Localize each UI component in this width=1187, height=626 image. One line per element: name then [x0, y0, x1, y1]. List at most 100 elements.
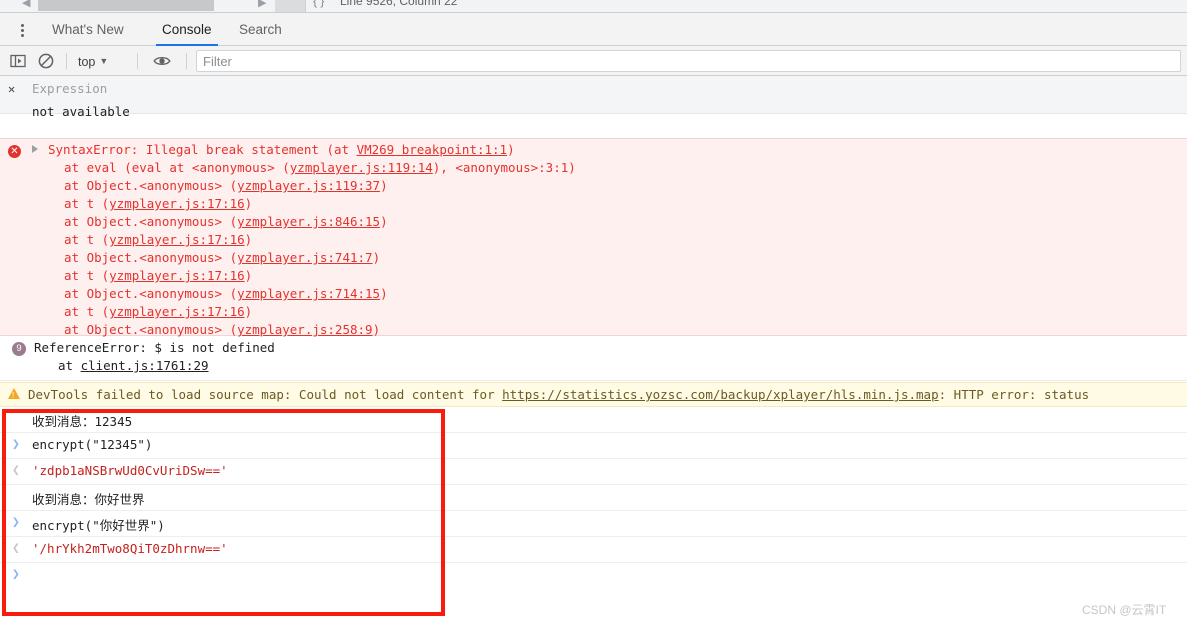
- warning-text-prefix: DevTools failed to load source map: Coul…: [28, 387, 503, 402]
- console-output-text: '/hrYkh2mTwo8QiT0zDhrnw==': [32, 541, 228, 556]
- syntax-error-row[interactable]: ✕ SyntaxError: Illegal break statement (…: [0, 138, 1187, 337]
- console-prompt-arrow-icon: ❯: [12, 567, 20, 582]
- stack-line-source-link[interactable]: yzmplayer.js:119:14: [290, 160, 433, 175]
- source-map-warning-row[interactable]: DevTools failed to load source map: Coul…: [0, 382, 1187, 407]
- stack-line-suffix: ): [244, 232, 253, 247]
- stack-line-prefix: at t (: [64, 304, 110, 319]
- console-output-row: ❮ '/hrYkh2mTwo8QiT0zDhrnw==': [0, 537, 1187, 563]
- stack-line-prefix: at Object.<anonymous> (: [64, 214, 238, 229]
- stack-trace-line: at eval (eval at <anonymous> (yzmplayer.…: [64, 160, 576, 175]
- tab-whats-new[interactable]: What's New: [40, 13, 136, 46]
- stack-trace-line: at Object.<anonymous> (yzmplayer.js:846:…: [64, 214, 388, 229]
- expand-triangle-icon[interactable]: [32, 145, 38, 153]
- stack-line-source-link[interactable]: yzmplayer.js:17:16: [109, 268, 244, 283]
- stack-line-suffix: ): [244, 196, 253, 211]
- reference-error-row[interactable]: 9 ReferenceError: $ is not defined at cl…: [0, 337, 1187, 381]
- console-input-arrow-icon: ❯: [12, 437, 20, 452]
- reference-error-stack-prefix: at: [58, 358, 81, 373]
- more-vertical-icon[interactable]: [14, 21, 30, 39]
- tab-search[interactable]: Search: [227, 13, 294, 46]
- stack-line-suffix: ): [380, 178, 388, 193]
- syntax-error-title: SyntaxError: Illegal break statement (at…: [48, 142, 515, 157]
- warning-text-suffix: : HTTP error: status: [938, 387, 1090, 402]
- console-message-row: 收到消息：你好世界: [0, 485, 1187, 511]
- scroll-left-arrow-icon[interactable]: ◀: [22, 0, 30, 9]
- line-column-indicator: Line 9526, Column 22: [340, 0, 458, 8]
- filter-input[interactable]: [196, 50, 1181, 72]
- stack-line-suffix: ): [380, 286, 388, 301]
- tab-console[interactable]: Console: [150, 13, 224, 46]
- expression-watch-row: ✕ Expression not available: [0, 76, 1187, 119]
- source-map-warning-text: DevTools failed to load source map: Coul…: [28, 387, 1089, 402]
- eye-icon[interactable]: [152, 51, 172, 71]
- stack-trace-line: at t (yzmplayer.js:17:16): [64, 304, 252, 319]
- stack-trace-line: at t (yzmplayer.js:17:16): [64, 268, 252, 283]
- stack-line-prefix: at t (: [64, 232, 110, 247]
- console-output-arrow-icon: ❮: [12, 541, 20, 556]
- stack-line-source-link[interactable]: yzmplayer.js:741:7: [237, 250, 372, 265]
- toolbar-separator: [66, 53, 67, 69]
- occurrence-count-badge: 9: [12, 342, 26, 356]
- reference-error-stack: at client.js:1761:29: [58, 358, 209, 373]
- stack-trace-line: at Object.<anonymous> (yzmplayer.js:119:…: [64, 178, 388, 193]
- chevron-down-icon: ▼: [99, 56, 109, 66]
- warning-triangle-icon: [8, 388, 20, 400]
- error-circle-icon: ✕: [8, 145, 21, 158]
- console-log-body: ✕ Expression not available ✕ SyntaxError…: [0, 76, 1187, 626]
- panel-divider: [305, 0, 306, 12]
- watermark: CSDN @云霄IT: [1082, 603, 1167, 617]
- console-message-text: 收到消息：12345: [32, 414, 133, 429]
- stack-line-source-link[interactable]: yzmplayer.js:846:15: [237, 214, 380, 229]
- syntax-error-title-prefix: SyntaxError: Illegal break statement (at: [48, 142, 357, 157]
- stack-line-source-link[interactable]: yzmplayer.js:258:9: [237, 322, 372, 337]
- stack-line-suffix: ), <anonymous>:3:1): [432, 160, 576, 175]
- execution-context-label: top: [78, 55, 96, 69]
- console-input-row[interactable]: ❯ encrypt("12345"): [0, 433, 1187, 459]
- stack-line-source-link[interactable]: yzmplayer.js:119:37: [237, 178, 380, 193]
- stack-line-suffix: ): [380, 214, 388, 229]
- stack-line-source-link[interactable]: yzmplayer.js:17:16: [109, 232, 244, 247]
- stack-line-suffix: ): [372, 250, 381, 265]
- console-input-arrow-icon: ❯: [12, 515, 20, 530]
- console-input-row[interactable]: ❯ encrypt("你好世界"): [0, 511, 1187, 537]
- horizontal-scrollbar-thumb[interactable]: [38, 0, 214, 11]
- scrollbar-track-gap: [275, 0, 305, 12]
- console-input-text: encrypt("12345"): [32, 437, 153, 452]
- devtools-console-screenshot: ◀ ▶ { } Line 9526, Column 22 What's New …: [0, 0, 1187, 626]
- stack-line-suffix: ): [372, 322, 381, 337]
- expression-label: Expression: [32, 81, 108, 96]
- console-message-row: 收到消息：12345: [0, 407, 1187, 433]
- stack-line-suffix: ): [244, 304, 253, 319]
- stack-line-source-link[interactable]: yzmplayer.js:17:16: [109, 196, 244, 211]
- sidebar-toggle-icon[interactable]: [8, 51, 28, 71]
- stack-trace-line: at t (yzmplayer.js:17:16): [64, 232, 252, 247]
- expression-value: not available: [32, 104, 130, 119]
- stack-line-suffix: ): [244, 268, 253, 283]
- stack-line-source-link[interactable]: yzmplayer.js:17:16: [109, 304, 244, 319]
- cut-off-top-strip: ◀ ▶ { } Line 9526, Column 22: [0, 0, 1187, 13]
- stack-trace-line: at Object.<anonymous> (yzmplayer.js:741:…: [64, 250, 380, 265]
- stack-line-source-link[interactable]: yzmplayer.js:714:15: [237, 286, 380, 301]
- stack-trace-line: at Object.<anonymous> (yzmplayer.js:714:…: [64, 286, 388, 301]
- stack-line-prefix: at t (: [64, 268, 110, 283]
- stack-line-prefix: at eval (eval at <anonymous> (: [64, 160, 290, 175]
- console-output-arrow-icon: ❮: [12, 463, 20, 478]
- stack-trace-line: at Object.<anonymous> (yzmplayer.js:258:…: [64, 322, 380, 337]
- console-output-text: 'zdpb1aNSBrwUd0CvUriDSw==': [32, 463, 228, 478]
- stack-line-prefix: at Object.<anonymous> (: [64, 286, 238, 301]
- console-output-row: ❮ 'zdpb1aNSBrwUd0CvUriDSw==': [0, 459, 1187, 485]
- execution-context-selector[interactable]: top ▼: [78, 51, 108, 71]
- reference-error-title: ReferenceError: $ is not defined: [34, 340, 275, 355]
- console-prompt-row[interactable]: ❯: [0, 563, 1187, 589]
- syntax-error-source-link[interactable]: VM269 breakpoint:1:1: [357, 142, 508, 157]
- scroll-right-arrow-icon[interactable]: ▶: [258, 0, 266, 9]
- toolbar-separator: [137, 53, 138, 69]
- console-message-text: 收到消息：你好世界: [32, 492, 145, 507]
- clear-console-icon[interactable]: [36, 51, 56, 71]
- curly-braces-icon[interactable]: { }: [313, 0, 324, 8]
- console-toolbar: top ▼: [0, 46, 1187, 76]
- reference-error-source-link[interactable]: client.js:1761:29: [81, 358, 209, 373]
- source-map-url-link[interactable]: https://statistics.yozsc.com/backup/xpla…: [502, 387, 939, 402]
- close-icon[interactable]: ✕: [8, 82, 15, 96]
- syntax-error-title-suffix: ): [507, 142, 515, 157]
